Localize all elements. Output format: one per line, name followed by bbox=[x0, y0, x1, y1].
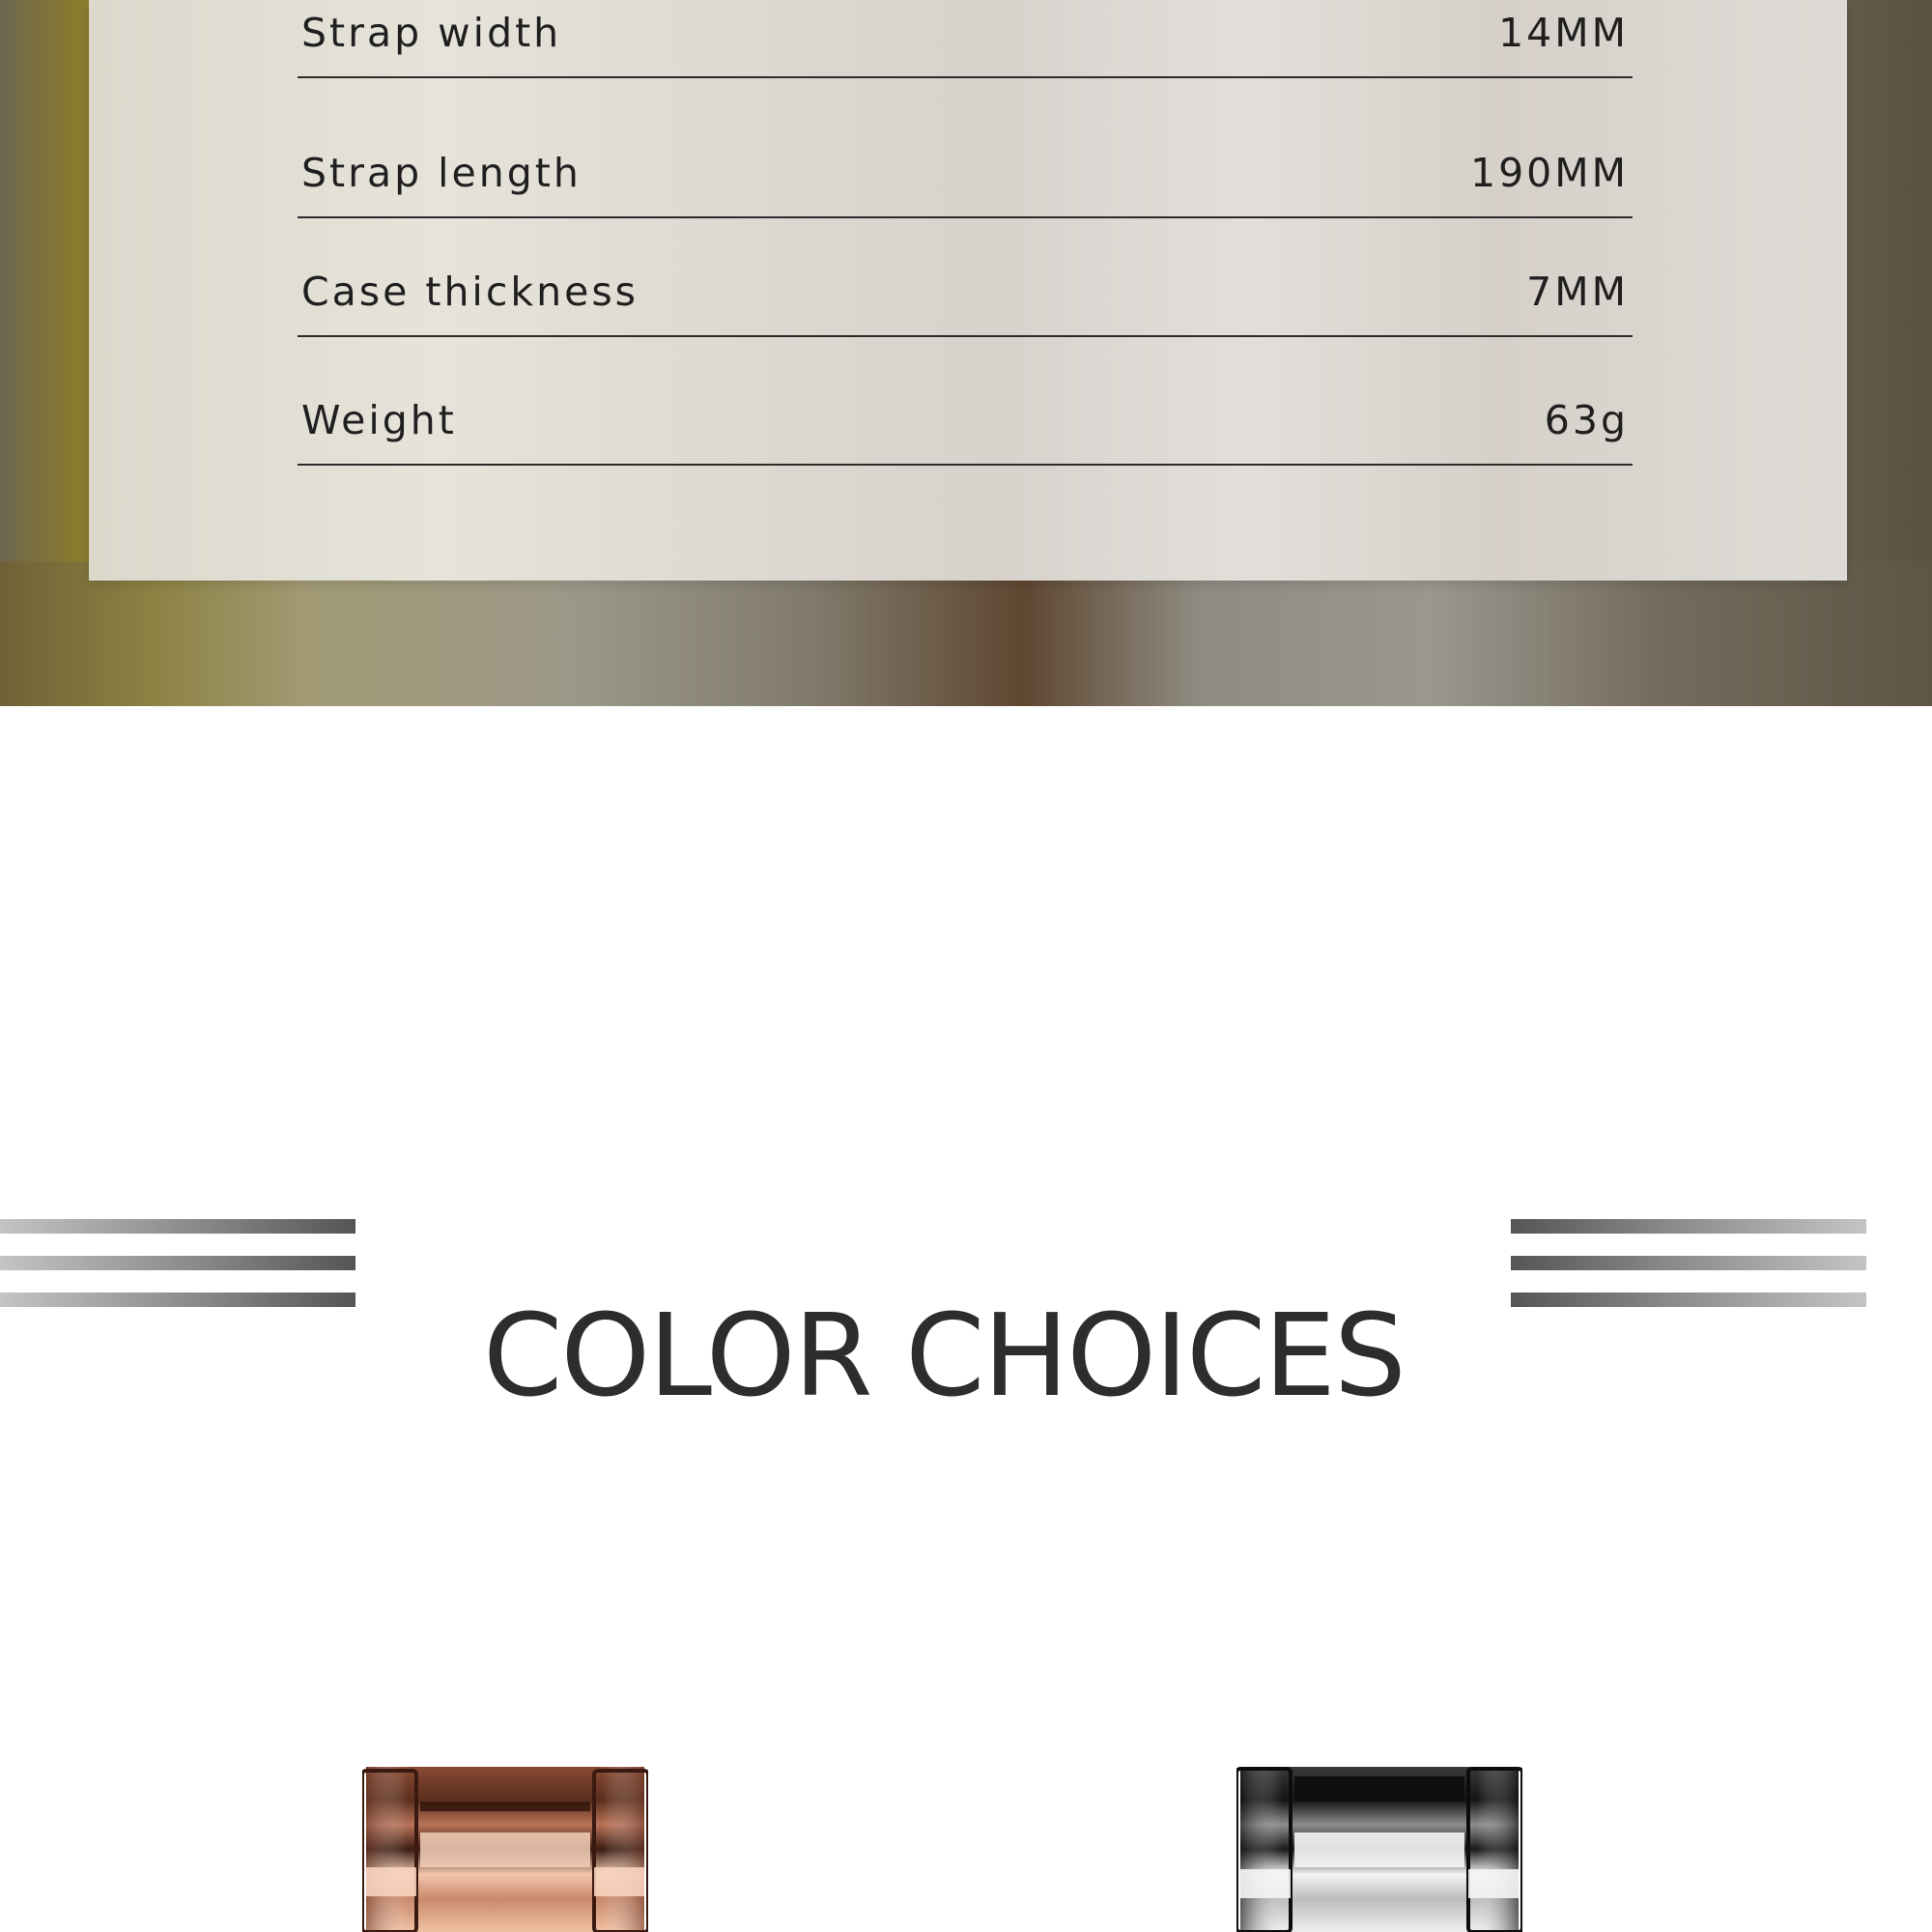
decorative-stripes-right bbox=[1511, 1219, 1866, 1310]
spec-label: Case thickness bbox=[301, 269, 639, 315]
spec-row-weight: Weight 63g bbox=[298, 401, 1633, 466]
stripe bbox=[1511, 1256, 1866, 1270]
spec-value: 7MM bbox=[1526, 269, 1629, 315]
watch-band-image bbox=[1236, 1767, 1522, 1932]
stripe bbox=[0, 1256, 355, 1270]
section-title: COLOR CHOICES bbox=[483, 1288, 1406, 1422]
spec-value: 14MM bbox=[1498, 10, 1629, 56]
watch-band-image bbox=[362, 1767, 648, 1932]
rose-gold-band-swatch[interactable] bbox=[362, 1763, 648, 1932]
stripe bbox=[0, 1293, 355, 1307]
color-choices-header: COLOR CHOICES bbox=[0, 1208, 1932, 1412]
decorative-stripes-left bbox=[0, 1219, 355, 1310]
stripe bbox=[1511, 1293, 1866, 1307]
spec-value: 190MM bbox=[1469, 150, 1629, 196]
spec-row-case-thickness: Case thickness 7MM bbox=[298, 272, 1633, 337]
product-detail-page: Strap width 14MM Strap length 190MM Case… bbox=[0, 0, 1932, 1932]
blurred-photo-backdrop bbox=[0, 561, 1932, 706]
spec-row-strap-length: Strap length 190MM bbox=[298, 154, 1633, 218]
stripe bbox=[0, 1219, 355, 1234]
spec-label: Strap width bbox=[301, 10, 562, 56]
silver-black-band-swatch[interactable] bbox=[1236, 1763, 1522, 1932]
specs-background: Strap width 14MM Strap length 190MM Case… bbox=[0, 0, 1932, 706]
spec-label: Strap length bbox=[301, 150, 582, 196]
spec-value: 63g bbox=[1544, 397, 1629, 443]
spec-row-strap-width: Strap width 14MM bbox=[298, 14, 1633, 78]
spec-label: Weight bbox=[301, 397, 457, 443]
stripe bbox=[1511, 1219, 1866, 1234]
